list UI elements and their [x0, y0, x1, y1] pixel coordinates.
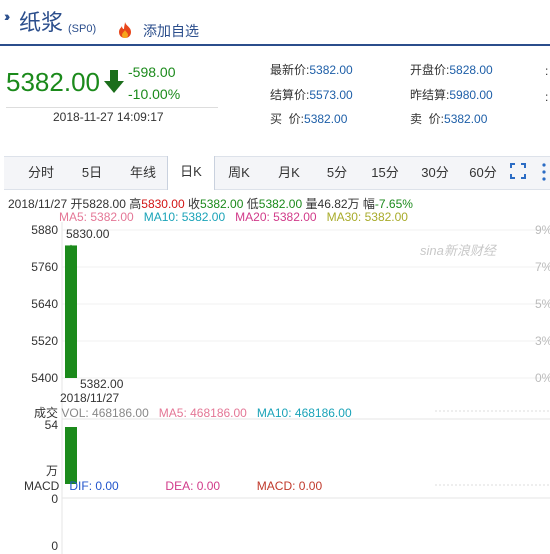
- sell-price-field: 卖 价:5382.00: [410, 110, 487, 127]
- pct-tick: 9%: [535, 223, 550, 237]
- price-change: -598.00: [128, 64, 176, 80]
- tab-year[interactable]: 年线: [118, 157, 168, 189]
- amplitude-label: 幅: [362, 197, 375, 211]
- overflow-marker: :: [545, 90, 549, 104]
- close-value: 5382.00: [200, 197, 244, 211]
- tab-5min[interactable]: 5分: [316, 157, 358, 189]
- amplitude-value: -7.65%: [374, 197, 413, 211]
- macd-y-tick: 0: [51, 539, 58, 553]
- tab-15min[interactable]: 15分: [362, 157, 408, 189]
- kline-date: 2018/11/27: [8, 197, 68, 211]
- tab-30min[interactable]: 30分: [412, 157, 458, 189]
- tab-daily-k[interactable]: 日K: [167, 156, 215, 190]
- high-value: 5830.00: [141, 197, 185, 211]
- price-change-pct: -10.00%: [128, 86, 181, 102]
- high-price-label: 5830.00: [66, 227, 110, 241]
- vol-ma5: MA5: 468186.00: [158, 406, 247, 420]
- add-favorite-link[interactable]: 添加自选: [143, 21, 199, 41]
- buy-price-value: 5382.00: [304, 112, 348, 126]
- latest-price-label: 最新价:: [270, 63, 310, 77]
- pct-tick: 3%: [535, 334, 550, 348]
- low-label: 低: [246, 197, 259, 211]
- divider: [6, 107, 218, 108]
- pct-tick: 5%: [535, 297, 550, 311]
- x-date-label: 2018/11/27: [60, 391, 120, 405]
- quote-timestamp: 2018-11-27 14:09:17: [53, 110, 164, 124]
- sell-price-label: 卖 价:: [410, 112, 445, 126]
- open-value: 5828.00: [82, 197, 126, 211]
- open-label: 开: [70, 197, 83, 211]
- latest-price-value: 5382.00: [309, 63, 353, 77]
- macd-info-row: MACD DIF: 0.00 DEA: 0.00 MACD: 0.00: [24, 479, 322, 493]
- price-grid: [61, 222, 550, 554]
- close-label: 收: [188, 197, 201, 211]
- tab-60min[interactable]: 60分: [460, 157, 506, 189]
- sell-price-value: 5382.00: [444, 112, 488, 126]
- macd-y-tick: 0: [51, 492, 58, 506]
- down-arrow-icon: [104, 70, 124, 93]
- macd-dea: DEA: 0.00: [165, 479, 221, 493]
- tab-monthly-k[interactable]: 月K: [266, 157, 312, 189]
- open-price-field: 开盘价:5828.00: [410, 61, 493, 78]
- open-price-label: 开盘价:: [410, 63, 450, 77]
- low-price-label: 5382.00: [80, 377, 124, 391]
- macd-title: MACD: [24, 479, 60, 493]
- prev-settle-field: 昨结算:5980.00: [410, 86, 493, 103]
- instrument-code: (SP0): [68, 23, 97, 35]
- volume-value: 46.82万: [317, 197, 360, 211]
- candle-body[interactable]: [65, 245, 77, 378]
- instrument-name: 纸浆: [19, 10, 64, 35]
- settle-price-value: 5573.00: [309, 88, 353, 102]
- tab-intraday[interactable]: 分时: [18, 157, 64, 189]
- y-tick: 5640: [31, 297, 58, 311]
- tab-weekly-k[interactable]: 周K: [216, 157, 262, 189]
- more-options-icon[interactable]: [542, 163, 546, 181]
- volume-label: 量: [305, 197, 318, 211]
- vol-value: VOL: 468186.00: [61, 406, 149, 420]
- vol-unit: 万: [45, 464, 58, 478]
- buy-price-label: 买 价:: [270, 112, 305, 126]
- settle-price-field: 结算价:5573.00: [270, 86, 353, 103]
- open-price-value: 5828.00: [449, 63, 493, 77]
- volume-info-row: 成交 VOL: 468186.00 MA5: 468186.00 MA10: 4…: [34, 404, 352, 421]
- settle-price-label: 结算价:: [270, 88, 310, 102]
- candle-group: [65, 244, 77, 484]
- macd-dif: DIF: 0.00: [69, 479, 119, 493]
- fire-icon[interactable]: [117, 21, 133, 39]
- buy-price-field: 买 价:5382.00: [270, 110, 347, 127]
- pct-tick: 0%: [535, 371, 550, 385]
- double-chevron-icon: ››: [4, 8, 11, 24]
- pct-tick: 7%: [535, 260, 550, 274]
- y-tick: 5520: [31, 334, 58, 348]
- y-tick: 5760: [31, 260, 58, 274]
- vol-y-tick: 54: [44, 418, 58, 432]
- period-tabs: 分时 5日 年线 日K 周K 月K 5分 15分 30分 60分: [4, 156, 550, 190]
- vol-ma10: MA10: 468186.00: [256, 406, 352, 420]
- low-value: 5382.00: [258, 197, 303, 211]
- y-tick: 5880: [31, 223, 58, 237]
- y-tick: 5400: [31, 371, 58, 385]
- prev-settle-label: 昨结算:: [410, 88, 450, 102]
- latest-price-field: 最新价:5382.00: [270, 61, 353, 78]
- current-price: 5382.00: [6, 67, 100, 97]
- high-label: 高: [129, 197, 142, 211]
- fullscreen-icon[interactable]: [510, 163, 526, 179]
- volume-bar[interactable]: [65, 427, 77, 484]
- prev-settle-value: 5980.00: [449, 88, 493, 102]
- macd-value: MACD: 0.00: [256, 479, 323, 493]
- overflow-marker: :: [545, 64, 549, 78]
- tab-5day[interactable]: 5日: [70, 157, 114, 189]
